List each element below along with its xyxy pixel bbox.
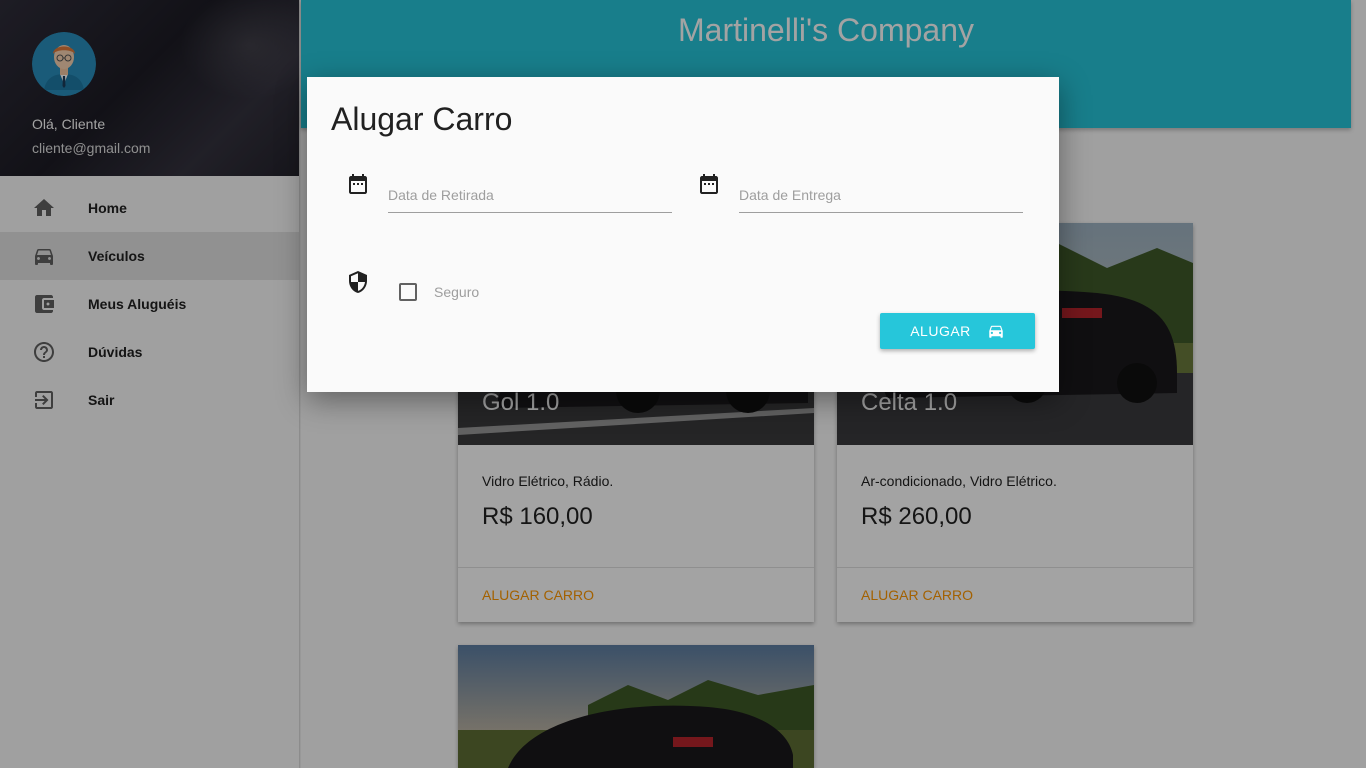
rent-car-dialog: Alugar Carro Seguro ALUGAR — [307, 77, 1059, 392]
insurance-label: Seguro — [434, 284, 480, 300]
pickup-date-input[interactable] — [388, 173, 672, 209]
insurance-checkbox[interactable] — [399, 283, 417, 301]
rent-submit-label: ALUGAR — [910, 323, 971, 339]
return-date-field[interactable] — [739, 173, 1023, 213]
dialog-title: Alugar Carro — [331, 101, 513, 137]
shield-icon — [346, 270, 370, 294]
calendar-icon — [346, 172, 370, 196]
pickup-date-field[interactable] — [388, 173, 672, 213]
calendar-icon — [697, 172, 721, 196]
return-date-input[interactable] — [739, 173, 1023, 209]
car-icon — [989, 325, 1003, 338]
rent-submit-button[interactable]: ALUGAR — [880, 313, 1035, 349]
